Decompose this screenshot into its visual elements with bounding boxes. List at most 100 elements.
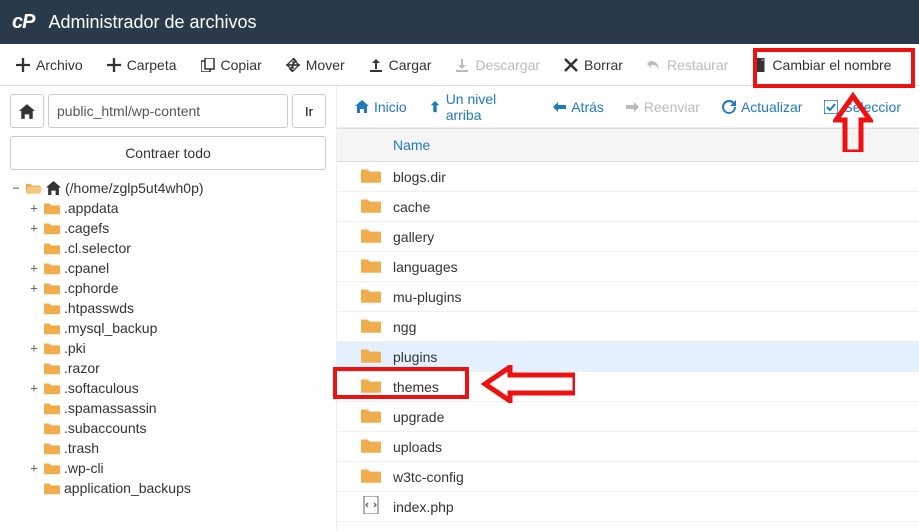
tree-item[interactable]: .subaccounts: [28, 418, 326, 438]
folder-icon: [361, 377, 381, 393]
back-button[interactable]: Atrás: [543, 93, 614, 121]
copy-icon: [201, 58, 215, 72]
folder-icon: [44, 461, 60, 475]
tree-item[interactable]: application_backups: [28, 478, 326, 498]
check-square-icon: [824, 100, 838, 114]
list-item-name: gallery: [393, 229, 907, 245]
list-item[interactable]: ngg: [337, 312, 919, 342]
forward-button[interactable]: Reenviar: [616, 93, 710, 121]
tree-item[interactable]: + .wp-cli: [28, 458, 326, 478]
sidebar: Ir Contraer todo − (/home/zglp5ut4wh0p) …: [0, 86, 337, 531]
tree-item[interactable]: .mysql_backup: [28, 318, 326, 338]
plus-icon: [107, 58, 121, 72]
rename-button[interactable]: Cambiar el nombre: [740, 49, 903, 81]
path-input[interactable]: [48, 94, 288, 128]
undo-icon: [647, 58, 661, 72]
reload-button[interactable]: Actualizar: [712, 93, 812, 121]
tree-item-label: .softaculous: [64, 380, 139, 396]
collapse-all-button[interactable]: Contraer todo: [10, 136, 326, 170]
up-level-button[interactable]: Un nivel arriba: [419, 86, 542, 129]
tree-item-label: .wp-cli: [64, 460, 104, 476]
tree-item[interactable]: + .softaculous: [28, 378, 326, 398]
list-item[interactable]: uploads: [337, 432, 919, 462]
tree-item[interactable]: .trash: [28, 438, 326, 458]
tree-item-label: .razor: [64, 360, 100, 376]
home-icon: [19, 104, 35, 119]
tree-item-label: application_backups: [64, 480, 191, 496]
copy-button[interactable]: Copiar: [189, 49, 274, 81]
app-header: cP Administrador de archivos: [0, 0, 919, 44]
tree-item[interactable]: + .cphorde: [28, 278, 326, 298]
home-dir-button[interactable]: [10, 94, 44, 128]
select-all-label: Seleccior: [843, 99, 901, 115]
arrow-left-icon: [553, 101, 566, 113]
column-header-name[interactable]: Name: [337, 128, 919, 162]
reload-label: Actualizar: [741, 99, 802, 115]
new-file-label: Archivo: [36, 57, 83, 73]
home-icon: [46, 181, 61, 195]
arrow-up-icon: [429, 100, 441, 113]
upload-label: Cargar: [389, 57, 432, 73]
folder-icon: [44, 401, 60, 415]
list-item[interactable]: mu-plugins: [337, 282, 919, 312]
tree-item-label: .trash: [64, 440, 99, 456]
tree-item-label: .pki: [64, 340, 86, 356]
expand-toggle-icon[interactable]: +: [28, 341, 40, 355]
tree-item[interactable]: .cl.selector: [28, 238, 326, 258]
list-item[interactable]: upgrade: [337, 402, 919, 432]
expand-toggle-icon[interactable]: +: [28, 381, 40, 395]
expand-toggle-icon[interactable]: +: [28, 261, 40, 275]
restore-button[interactable]: Restaurar: [635, 49, 740, 81]
navigation-toolbar: Inicio Un nivel arriba Atrás Reenviar Ac…: [337, 86, 919, 128]
list-item[interactable]: index.php: [337, 492, 919, 522]
expand-toggle-icon[interactable]: +: [28, 221, 40, 235]
tree-item-label: .mysql_backup: [64, 320, 157, 336]
list-item[interactable]: languages: [337, 252, 919, 282]
list-item-name: themes: [393, 379, 907, 395]
tree-root[interactable]: − (/home/zglp5ut4wh0p): [10, 178, 326, 198]
list-item[interactable]: themes: [337, 372, 919, 402]
list-item[interactable]: gallery: [337, 222, 919, 252]
new-folder-button[interactable]: Carpeta: [95, 49, 189, 81]
folder-icon: [361, 167, 381, 183]
tree-item[interactable]: .htpasswds: [28, 298, 326, 318]
move-button[interactable]: Mover: [274, 49, 357, 81]
collapse-toggle-icon[interactable]: −: [10, 181, 22, 195]
tree-item[interactable]: +.cpanel: [28, 258, 326, 278]
delete-button[interactable]: Borrar: [552, 49, 635, 81]
tree-item[interactable]: .spamassassin: [28, 398, 326, 418]
go-button[interactable]: Ir: [292, 94, 326, 128]
list-item-name: plugins: [393, 349, 907, 365]
x-icon: [564, 58, 578, 72]
home-label: Inicio: [374, 99, 407, 115]
tree-item[interactable]: .razor: [28, 358, 326, 378]
download-button[interactable]: Descargar: [443, 49, 552, 81]
tree-item[interactable]: + .pki: [28, 338, 326, 358]
tree-item[interactable]: +.cagefs: [28, 218, 326, 238]
tree-item[interactable]: +.appdata: [28, 198, 326, 218]
list-item-name: index.php: [393, 499, 907, 515]
home-icon: [355, 100, 369, 113]
upload-button[interactable]: Cargar: [357, 49, 444, 81]
tree-item-label: .cphorde: [64, 280, 118, 296]
list-item[interactable]: plugins: [337, 342, 919, 372]
list-item[interactable]: w3tc-config: [337, 462, 919, 492]
expand-toggle-icon[interactable]: +: [28, 461, 40, 475]
list-item[interactable]: cache: [337, 192, 919, 222]
cpanel-logo-icon: cP: [12, 11, 34, 34]
expand-toggle-icon[interactable]: +: [28, 281, 40, 295]
select-all-button[interactable]: Seleccior: [814, 93, 911, 121]
folder-icon: [361, 257, 381, 273]
list-item[interactable]: blogs.dir: [337, 162, 919, 192]
back-label: Atrás: [571, 99, 604, 115]
refresh-icon: [722, 100, 736, 114]
main-panel: Inicio Un nivel arriba Atrás Reenviar Ac…: [337, 86, 919, 531]
forward-label: Reenviar: [644, 99, 700, 115]
home-button[interactable]: Inicio: [345, 93, 417, 121]
expand-toggle-icon[interactable]: +: [28, 201, 40, 215]
tree-item-label: .subaccounts: [64, 420, 147, 436]
folder-icon: [44, 301, 60, 315]
new-file-button[interactable]: Archivo: [4, 49, 95, 81]
folder-icon: [44, 321, 60, 335]
folder-icon: [44, 281, 60, 295]
